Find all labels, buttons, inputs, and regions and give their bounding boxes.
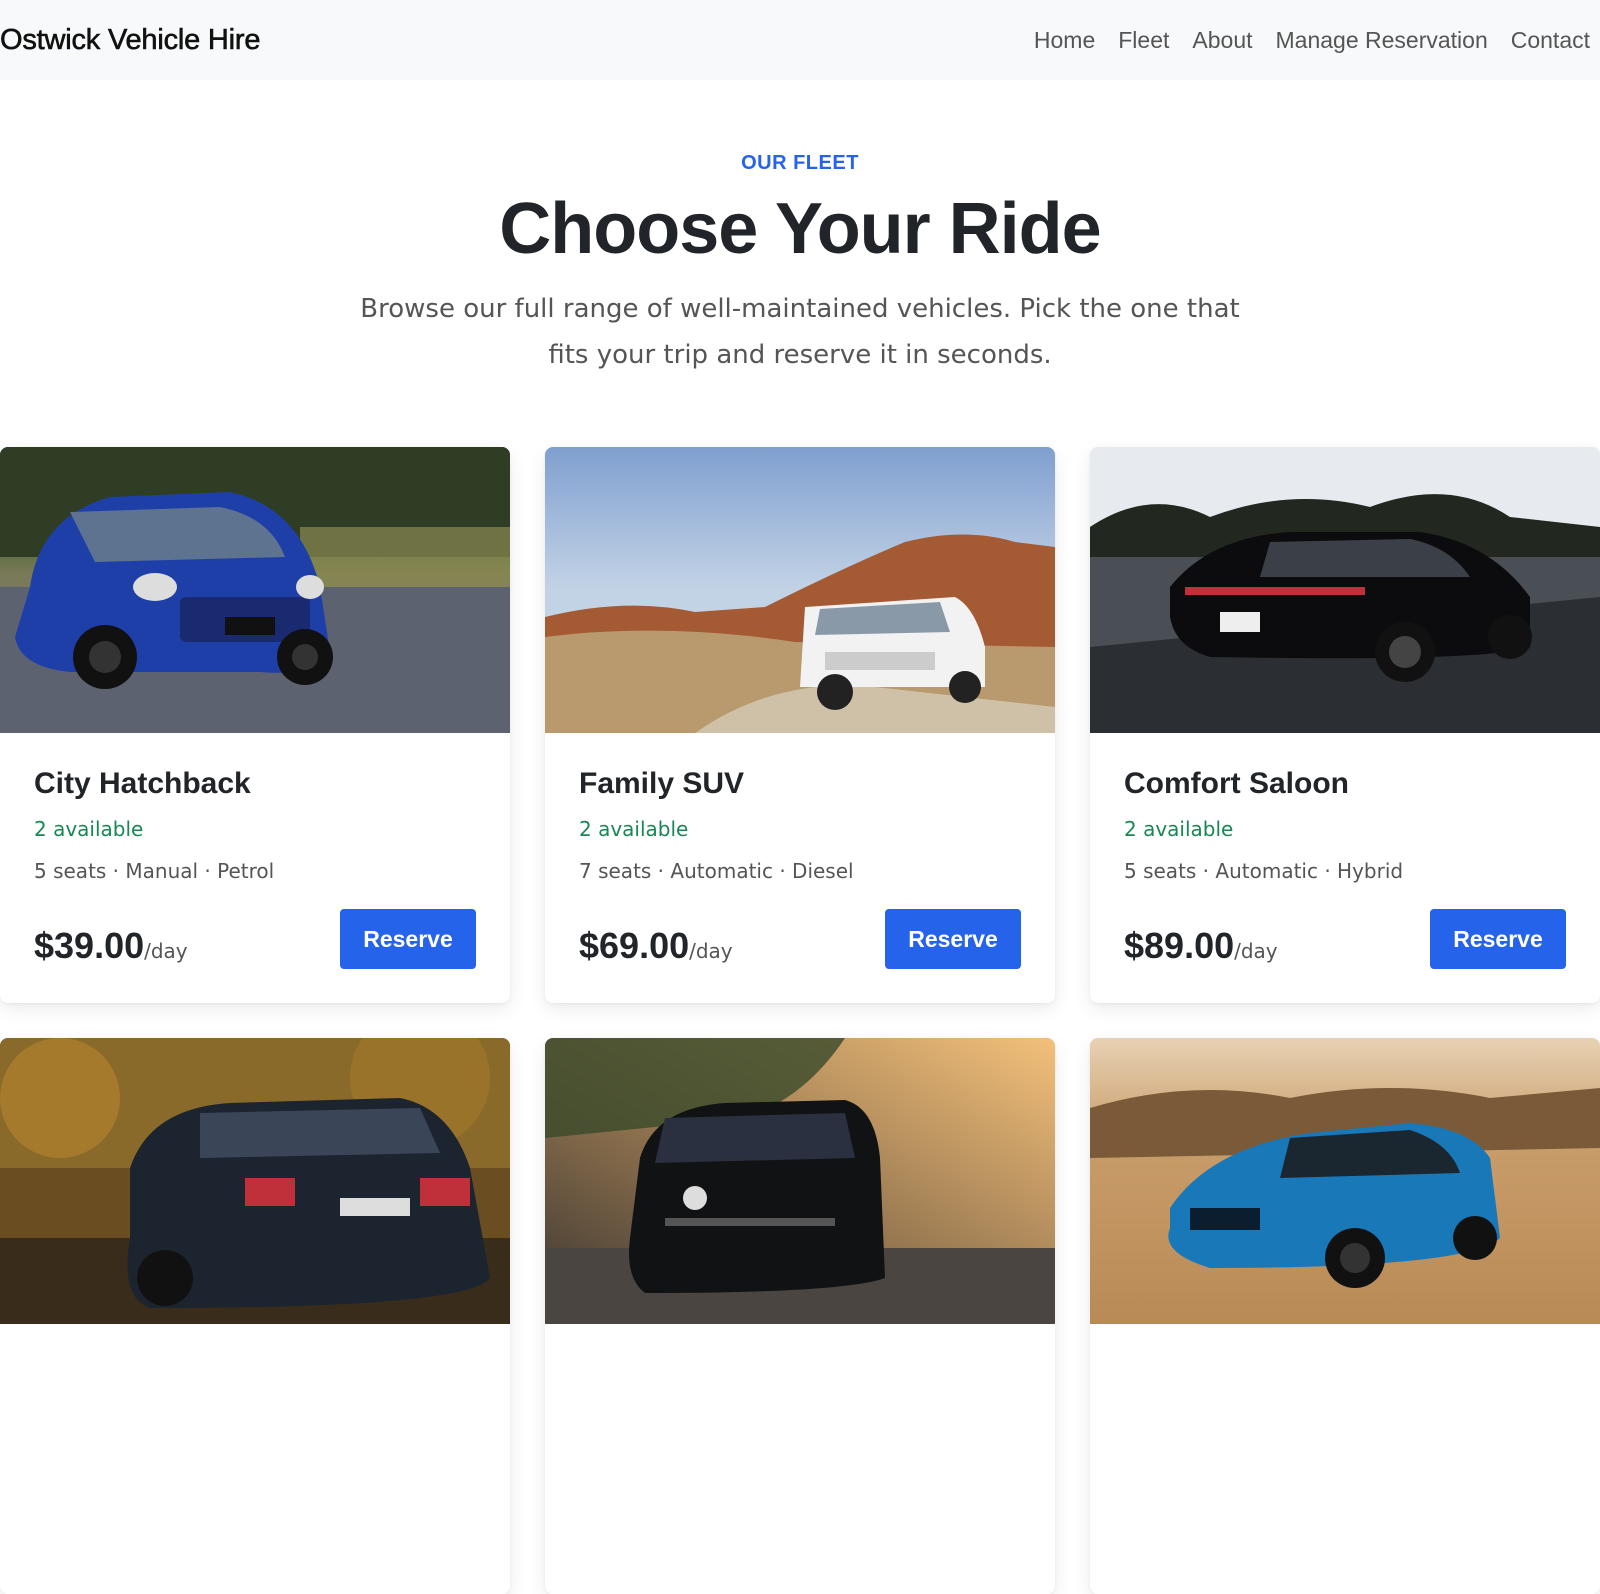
nav-link-about[interactable]: About: [1192, 27, 1252, 54]
page-title: Choose Your Ride: [499, 189, 1101, 269]
price-row: $39.00/day Reserve: [34, 909, 476, 969]
nav-link-manage-reservation[interactable]: Manage Reservation: [1276, 27, 1488, 54]
vehicle-card-body: City Hatchback 2 available 5 seats · Man…: [0, 733, 510, 1003]
vehicle-title: Comfort Saloon: [1124, 767, 1349, 800]
reserve-button[interactable]: Reserve: [1430, 909, 1566, 969]
price-amount: $39.00: [34, 925, 145, 966]
availability-badge: 2 available: [579, 817, 689, 841]
vehicle-image-suv: [545, 447, 1055, 733]
navbar: Ostwick Vehicle Hire Home Fleet About Ma…: [0, 0, 1600, 80]
vehicle-title: Family SUV: [579, 767, 745, 800]
nav-links: Home Fleet About Manage Reservation Cont…: [1034, 27, 1590, 54]
vehicle-specs: 5 seats · Automatic · Hybrid: [1124, 859, 1404, 883]
nav-link-contact[interactable]: Contact: [1511, 27, 1590, 54]
vehicle-card: City Hatchback 2 available 5 seats · Man…: [0, 447, 510, 1003]
vehicle-card: [545, 1038, 1055, 1594]
brand-logo[interactable]: Ostwick Vehicle Hire: [0, 23, 261, 57]
price: $39.00/day: [34, 925, 188, 967]
vehicle-image-van: [545, 1038, 1055, 1324]
vehicle-title: City Hatchback: [34, 767, 251, 800]
availability-badge: 2 available: [34, 817, 144, 841]
price-unit: /day: [144, 939, 188, 963]
reserve-button[interactable]: Reserve: [885, 909, 1021, 969]
vehicle-card: Family SUV 2 available 7 seats · Automat…: [545, 447, 1055, 1003]
vehicle-card-body: Family SUV 2 available 7 seats · Automat…: [545, 733, 1055, 1003]
hero-eyebrow: OUR FLEET: [741, 152, 859, 174]
price-amount: $89.00: [1124, 925, 1235, 966]
price-row: $69.00/day Reserve: [579, 909, 1021, 969]
reserve-button[interactable]: Reserve: [340, 909, 476, 969]
vehicle-image-coupe: [1090, 1038, 1600, 1324]
vehicle-specs: 7 seats · Automatic · Diesel: [579, 859, 854, 883]
vehicle-image-hatchback: [0, 447, 510, 733]
price-row: $89.00/day Reserve: [1124, 909, 1566, 969]
price-unit: /day: [1234, 939, 1278, 963]
price-amount: $69.00: [579, 925, 690, 966]
vehicle-card: Comfort Saloon 2 available 5 seats · Aut…: [1090, 447, 1600, 1003]
price: $89.00/day: [1124, 925, 1278, 967]
nav-link-home[interactable]: Home: [1034, 27, 1095, 54]
vehicle-specs: 5 seats · Manual · Petrol: [34, 859, 275, 883]
vehicle-card: [1090, 1038, 1600, 1594]
vehicle-card-body: Comfort Saloon 2 available 5 seats · Aut…: [1090, 733, 1600, 1003]
hero-subtitle: Browse our full range of well-maintained…: [360, 294, 1240, 370]
vehicle-image-estate: [0, 1038, 510, 1324]
vehicle-image-saloon: [1090, 447, 1600, 733]
nav-link-fleet[interactable]: Fleet: [1118, 27, 1169, 54]
price: $69.00/day: [579, 925, 733, 967]
price-unit: /day: [689, 939, 733, 963]
vehicle-card: [0, 1038, 510, 1594]
availability-badge: 2 available: [1124, 817, 1234, 841]
